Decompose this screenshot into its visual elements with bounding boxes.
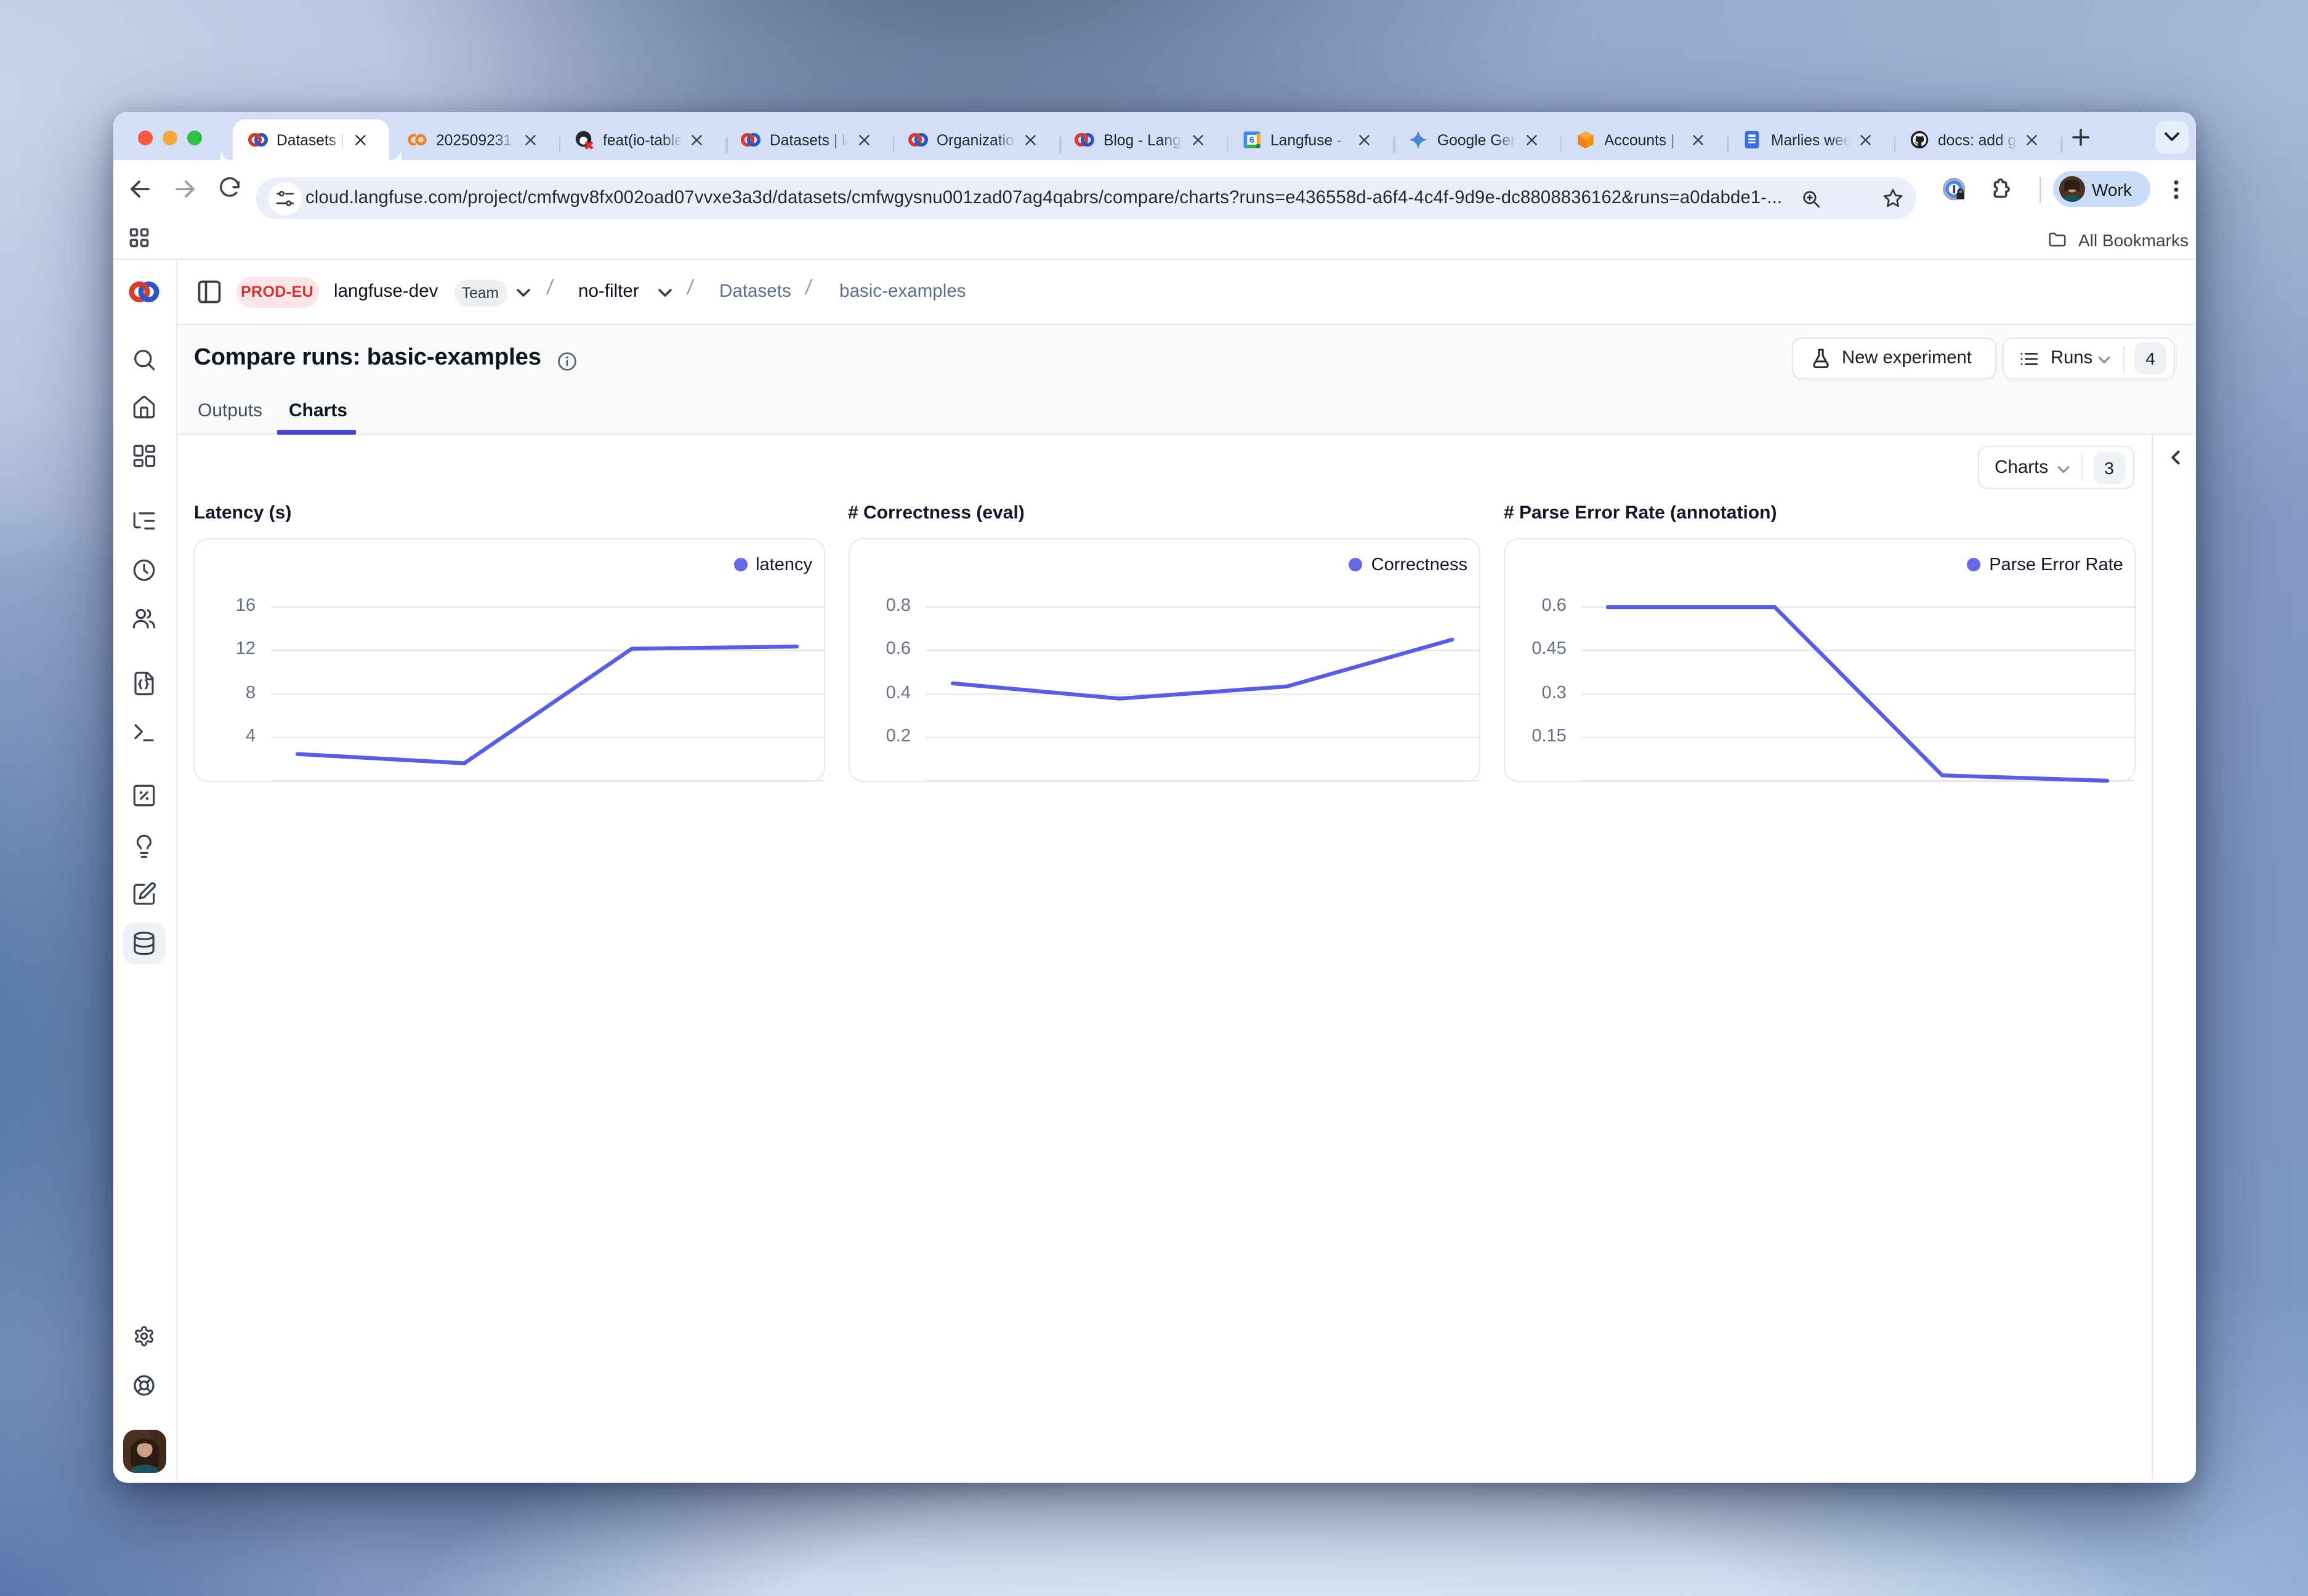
svg-text:6: 6 [1249,135,1254,145]
